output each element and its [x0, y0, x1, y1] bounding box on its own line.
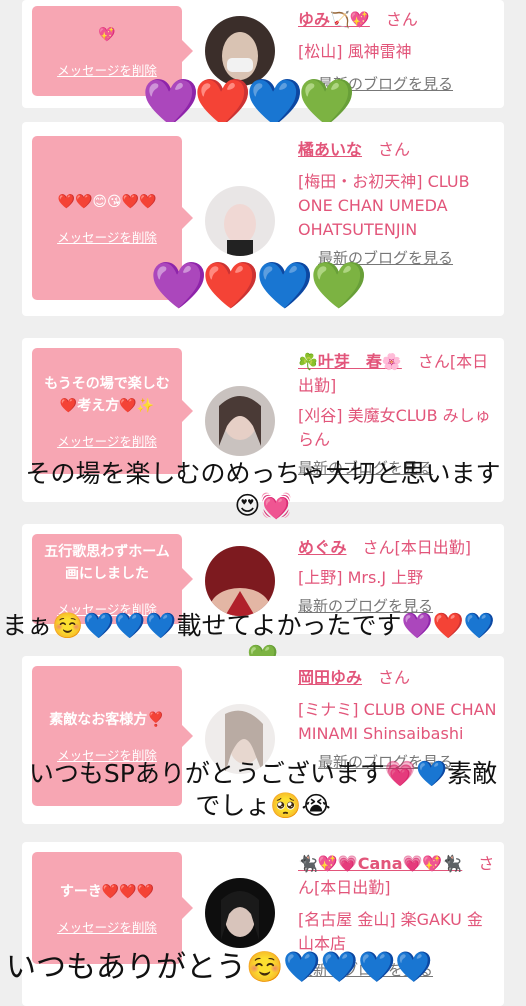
honorific: さん [378, 140, 411, 159]
message-text: 💖 [98, 26, 116, 43]
green-heart-sticker: 💚 [310, 258, 368, 312]
cast-info: 橘あいな さん [梅田・お初天神] CLUB ONE CHAN UMEDA OH… [298, 138, 498, 270]
overlay-caption: いつもありがとう☺️💙💙💙💙 [6, 950, 433, 985]
shop-name: [松山] 風神雷神 [298, 42, 412, 61]
delete-message-link[interactable]: メッセージを削除 [57, 227, 157, 246]
cast-name-link[interactable]: ☘️叶芽 春🌸 [298, 352, 402, 371]
cast-name-link[interactable]: 🐈‍⬛💖💗Cana💗💖🐈‍⬛ [298, 854, 462, 873]
blue-heart-sticker: 💙 [256, 258, 314, 312]
overlay-caption: まぁ☺️💙💙💙載せてよかったです💜❤️💙 [2, 611, 495, 640]
message-text: 素敵なお客様方❣️ [49, 711, 165, 728]
avatar[interactable] [205, 386, 275, 456]
overlay-emoji: でしょ🥺😭 [195, 791, 331, 820]
red-heart-sticker: ❤️ [194, 75, 252, 129]
overlay-caption: いつもSPありがとうございます💗💙素敵 [28, 759, 498, 788]
green-heart-sticker: 💚 [298, 75, 356, 129]
honorific: さん [378, 668, 411, 687]
overlay-emoji: 😍💓 [234, 491, 292, 520]
honorific: さん[本日出勤] [362, 538, 472, 557]
message-text: ❤️❤️😊😘❤️❤️ [57, 193, 157, 210]
honorific: さん [385, 10, 418, 29]
shop-name: [ミナミ] CLUB ONE CHAN MINAMI Shinsaibashi [298, 700, 497, 743]
purple-heart-sticker: 💜 [142, 75, 200, 129]
avatar[interactable] [205, 878, 275, 948]
message-text: 五行歌思わずホーム画にしました [44, 543, 170, 582]
cast-name-link[interactable]: 岡田ゆみ [298, 668, 362, 687]
shop-name: [上野] Mrs.J 上野 [298, 568, 424, 587]
message-bubble: もうその場で楽しむ❤️考え方❤️✨ メッセージを削除 [32, 348, 193, 474]
overlay-caption: その場を楽しむのめっちゃ大切と思います [25, 459, 501, 488]
red-heart-sticker: ❤️ [202, 258, 260, 312]
avatar[interactable] [205, 546, 275, 616]
cast-name-link[interactable]: 橘あいな [298, 140, 362, 159]
message-text: もうその場で楽しむ❤️考え方❤️✨ [44, 375, 170, 414]
message-text: すーき❤️❤️❤️ [59, 883, 155, 900]
cast-name-link[interactable]: めぐみ [298, 538, 346, 557]
delete-message-link[interactable]: メッセージを削除 [57, 431, 157, 450]
shop-name: [刈谷] 美魔女CLUB みしゅらん [298, 406, 491, 449]
shop-name: [梅田・お初天神] CLUB ONE CHAN UMEDA OHATSUTENJ… [298, 172, 470, 239]
purple-heart-sticker: 💜 [150, 258, 208, 312]
cast-info: めぐみ さん[本日出勤] [上野] Mrs.J 上野 最新のブログを見る [298, 536, 498, 618]
cast-name-link[interactable]: ゆみ🏹💖 [298, 10, 370, 29]
delete-message-link[interactable]: メッセージを削除 [57, 917, 157, 936]
blue-heart-sticker: 💙 [246, 75, 304, 129]
avatar[interactable] [205, 186, 275, 256]
